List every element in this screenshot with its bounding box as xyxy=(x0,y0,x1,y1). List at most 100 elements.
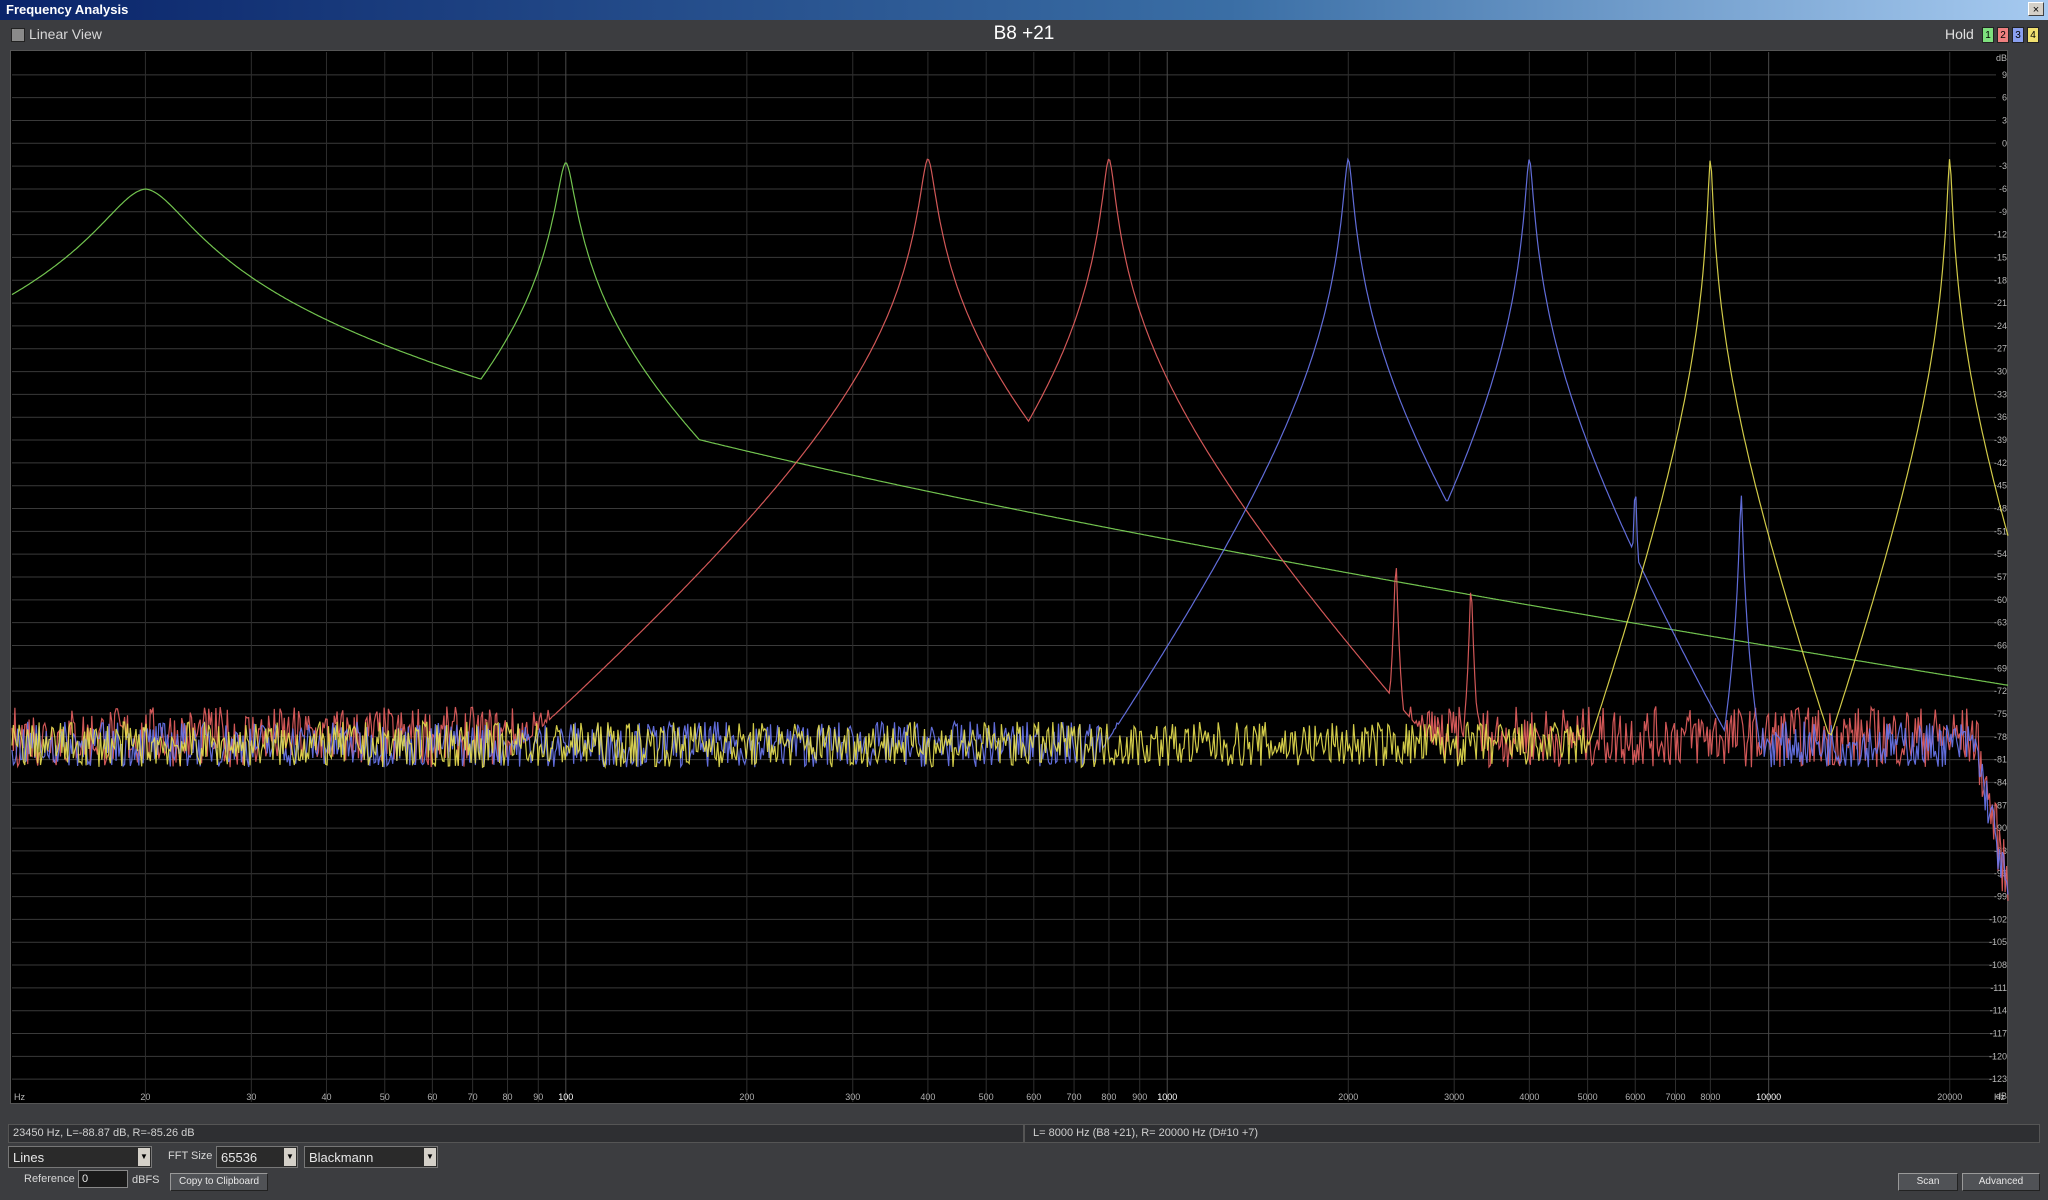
x-tick-label: 100 xyxy=(558,1092,573,1102)
x-tick-label: 5000 xyxy=(1578,1092,1598,1102)
hold-button-4[interactable]: 4 xyxy=(2027,27,2039,43)
y-tick-label: -33 xyxy=(1994,389,2007,399)
window-function-select[interactable]: Blackmann ▼ xyxy=(304,1146,438,1168)
close-button[interactable]: × xyxy=(2028,2,2044,16)
y-tick-label: -9 xyxy=(1999,207,2007,217)
copy-to-clipboard-button[interactable]: Copy to Clipboard xyxy=(170,1173,268,1191)
y-tick-label: -42 xyxy=(1994,458,2007,468)
y-tick-label: -15 xyxy=(1994,252,2007,262)
x-tick-label: 700 xyxy=(1067,1092,1082,1102)
y-tick-label: -69 xyxy=(1994,663,2007,673)
y-tick-label: -108 xyxy=(1989,960,2007,970)
y-tick-label: -12 xyxy=(1994,230,2007,240)
y-tick-label: 3 xyxy=(2002,115,2007,125)
hold-button-1[interactable]: 1 xyxy=(1982,27,1994,43)
window-title: Frequency Analysis xyxy=(6,2,129,17)
x-tick-label: 800 xyxy=(1101,1092,1116,1102)
reference-label: Reference xyxy=(24,1173,75,1185)
y-tick-label: -87 xyxy=(1994,800,2007,810)
advanced-button[interactable]: Advanced xyxy=(1962,1173,2040,1191)
x-tick-label: 6000 xyxy=(1625,1092,1645,1102)
x-tick-label: 200 xyxy=(739,1092,754,1102)
toolbar: Linear View B8 +21 Hold 1234 xyxy=(0,20,2048,50)
fft-size-select[interactable]: 65536 ▼ xyxy=(216,1146,298,1168)
chevron-down-icon: ▼ xyxy=(284,1148,296,1166)
y-tick-label: -105 xyxy=(1989,937,2007,947)
y-unit-label: dB xyxy=(1996,53,2007,63)
y-tick-label: -57 xyxy=(1994,572,2007,582)
y-tick-label: -81 xyxy=(1994,755,2007,765)
y-tick-label: -78 xyxy=(1994,732,2007,742)
status-divider xyxy=(1023,1125,1025,1142)
x-tick-label: 10000 xyxy=(1756,1092,1781,1102)
y-tick-label: -36 xyxy=(1994,412,2007,422)
chevron-down-icon: ▼ xyxy=(424,1148,436,1166)
y-tick-label: -90 xyxy=(1994,823,2007,833)
x-tick-label: 2000 xyxy=(1338,1092,1358,1102)
title-bar: Frequency Analysis × xyxy=(0,0,2048,21)
x-tick-label: 40 xyxy=(321,1092,331,1102)
note-display: B8 +21 xyxy=(993,23,1055,44)
x-tick-label: 3000 xyxy=(1444,1092,1464,1102)
x-tick-label: 300 xyxy=(845,1092,860,1102)
spectrum-line-3 xyxy=(11,157,2009,895)
spectrum-chart[interactable]: 9630-3-6-9-12-15-18-21-24-27-30-33-36-39… xyxy=(10,50,2010,1104)
x-tick-label: 600 xyxy=(1026,1092,1041,1102)
x-tick-label: 30 xyxy=(246,1092,256,1102)
peak-readout: L= 8000 Hz (B8 +21), R= 20000 Hz (D#10 +… xyxy=(1033,1127,1259,1139)
chevron-down-icon: ▼ xyxy=(138,1148,150,1166)
x-tick-label: 80 xyxy=(503,1092,513,1102)
display-mode-select[interactable]: Lines ▼ xyxy=(8,1146,152,1168)
x-tick-label: 500 xyxy=(979,1092,994,1102)
y-tick-label: 9 xyxy=(2002,70,2007,80)
reference-unit: dBFS xyxy=(132,1174,160,1186)
y-tick-label: -102 xyxy=(1989,914,2007,924)
y-tick-label: 6 xyxy=(2002,93,2007,103)
x-tick-label: 20 xyxy=(140,1092,150,1102)
y-tick-label: -60 xyxy=(1994,595,2007,605)
x-tick-label: 900 xyxy=(1132,1092,1147,1102)
y-tick-label: -30 xyxy=(1994,367,2007,377)
x-tick-label: 70 xyxy=(468,1092,478,1102)
status-bar: 23450 Hz, L=-88.87 dB, R=-85.26 dB L= 80… xyxy=(8,1124,2040,1143)
x-tick-label: 20000 xyxy=(1937,1092,1962,1102)
y-tick-label: -21 xyxy=(1994,298,2007,308)
x-tick-label: 8000 xyxy=(1700,1092,1720,1102)
display-mode-value: Lines xyxy=(13,1150,45,1165)
x-tick-label: 50 xyxy=(380,1092,390,1102)
x-tick-label: 4000 xyxy=(1519,1092,1539,1102)
scan-button[interactable]: Scan xyxy=(1898,1173,1958,1191)
y-tick-label: -27 xyxy=(1994,344,2007,354)
fft-size-label: FFT Size xyxy=(168,1150,213,1162)
y-tick-label: -18 xyxy=(1994,275,2007,285)
y-tick-label: -84 xyxy=(1994,777,2007,787)
x-tick-label: 60 xyxy=(427,1092,437,1102)
y-tick-label: -24 xyxy=(1994,321,2007,331)
y-tick-label: -117 xyxy=(1990,1029,2007,1039)
reference-input[interactable]: 0 xyxy=(78,1170,128,1188)
y-tick-label: -6 xyxy=(1999,184,2007,194)
x-unit-label: Hz xyxy=(14,1092,25,1102)
y-tick-label: -75 xyxy=(1994,709,2007,719)
y-tick-label: -114 xyxy=(1990,1006,2007,1016)
y-tick-label: -72 xyxy=(1994,686,2007,696)
x-tick-label: 1000 xyxy=(1157,1092,1177,1102)
hold-button-2[interactable]: 2 xyxy=(1997,27,2009,43)
cursor-readout: 23450 Hz, L=-88.87 dB, R=-85.26 dB xyxy=(13,1127,195,1139)
y-tick-label: -54 xyxy=(1994,549,2007,559)
y-tick-label: -51 xyxy=(1994,526,2007,536)
y-tick-label: -66 xyxy=(1994,640,2007,650)
hold-label: Hold xyxy=(1945,26,1974,42)
y-tick-label: -111 xyxy=(1990,983,2007,993)
y-tick-label: -120 xyxy=(1989,1051,2007,1061)
y-tick-label: -63 xyxy=(1994,618,2007,628)
x-unit-label: Hz xyxy=(1994,1092,2005,1102)
spectrum-line-2 xyxy=(11,158,2009,901)
y-tick-label: -123 xyxy=(1989,1074,2007,1084)
fft-size-value: 65536 xyxy=(221,1150,258,1165)
hold-button-3[interactable]: 3 xyxy=(2012,27,2024,43)
x-tick-label: 90 xyxy=(533,1092,543,1102)
y-tick-label: -99 xyxy=(1994,892,2007,902)
y-tick-label: 0 xyxy=(2002,138,2007,148)
spectrum-line-1 xyxy=(11,162,2009,686)
